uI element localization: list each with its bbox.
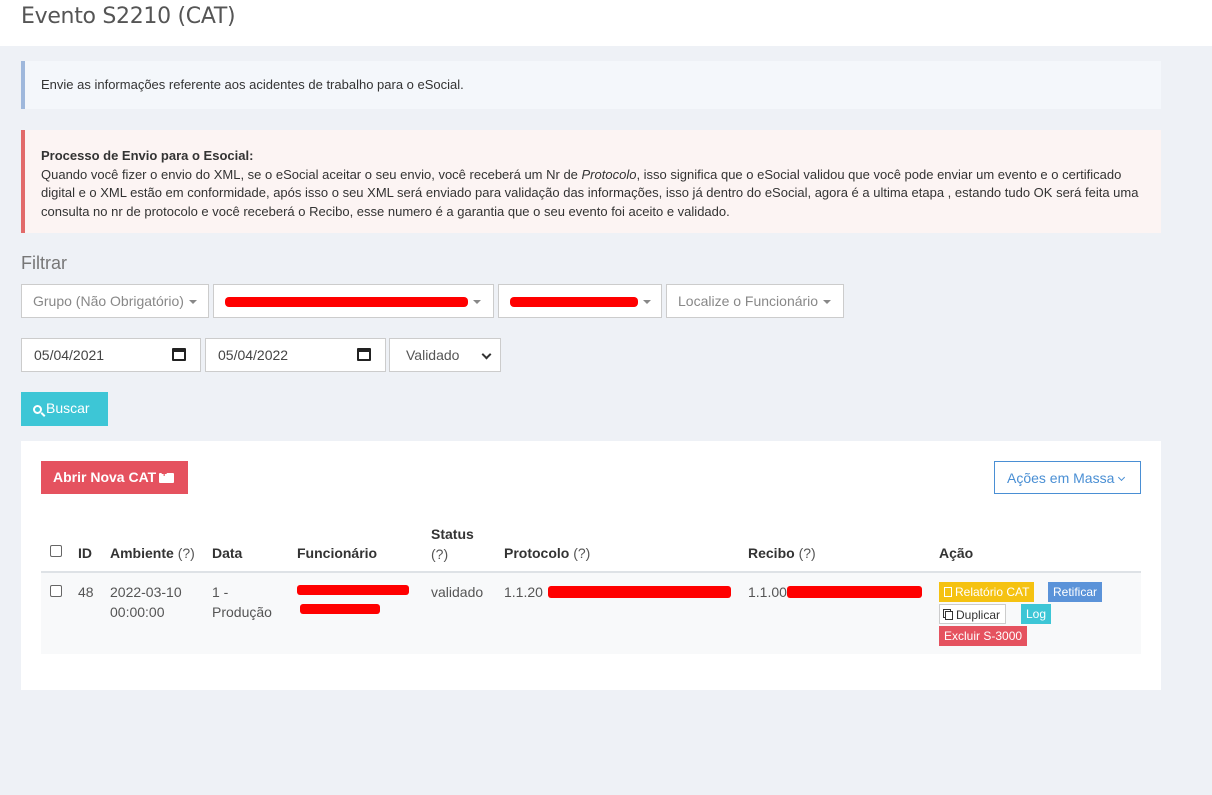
calendar-icon[interactable] [172,348,186,361]
duplicar-button[interactable]: Duplicar [939,604,1007,624]
caret-down-icon [188,300,197,305]
row-data: 1 - Produção [212,582,272,622]
redacted-recibo [787,586,922,598]
page-title: Evento S2210 (CAT) [21,4,236,29]
ambulance-icon [159,469,175,483]
alert-text-1: Quando você fizer o envio do XML, se o e… [41,166,582,182]
info-callout: Envie as informações referente aos acide… [21,61,1161,109]
excluir-button[interactable]: Excluir S-3000 [939,626,1028,646]
col-recibo-label: Recibo [748,545,795,561]
col-acao: Ação [939,545,974,561]
bulk-actions-label: Ações em Massa [1007,470,1115,486]
col-protocolo-label: Protocolo [504,545,570,561]
col-recibo[interactable]: Recibo (?) [748,545,816,561]
search-icon [33,405,42,414]
funcionario-dropdown-label: Localize o Funcionário [678,293,819,309]
caret-down-icon [643,300,651,305]
row-data-1: 1 - [212,584,229,600]
help-hint[interactable]: (?) [431,546,448,562]
search-button-label: Buscar [46,400,90,416]
col-data[interactable]: Data [212,545,242,561]
help-hint[interactable]: (?) [178,545,195,561]
row-status: validado [431,584,484,600]
info-text: Envie as informações referente aos acide… [41,77,464,92]
pdf-icon [944,587,952,597]
row-ambiente: 2022-03-10 00:00:00 [110,582,182,622]
caret-down-icon [473,300,481,305]
funcionario-dropdown[interactable]: Localize o Funcionário [666,284,844,318]
retificar-button[interactable]: Retificar [1048,582,1103,602]
row-ambiente-date: 2022-03-10 [110,584,182,600]
redacted-protocolo [548,586,731,598]
relatorio-cat-button[interactable]: Relatório CAT [939,582,1035,602]
search-button[interactable]: Buscar [21,392,108,426]
col-ambiente[interactable]: Ambiente (?) [110,545,195,561]
col-id[interactable]: ID [78,545,92,561]
process-alert: Processo de Envio para o Esocial: Quando… [21,130,1161,233]
new-cat-label: Abrir Nova CAT [53,469,157,485]
caret-down-icon [823,300,832,305]
row-checkbox[interactable] [50,585,62,597]
date-from-value: 05/04/2021 [34,347,105,363]
redacted-empresa [225,297,468,308]
log-button[interactable]: Log [1021,604,1052,624]
page-header: Evento S2210 (CAT) [0,0,1212,46]
empresa-dropdown[interactable] [213,284,494,318]
row-id: 48 [78,584,94,600]
alert-text-italic: Protocolo [581,166,637,182]
date-to-input[interactable]: 05/04/2022 [205,338,386,372]
calendar-icon[interactable] [357,348,371,361]
col-status[interactable]: Status (?) [431,524,474,564]
chevron-down-icon [1118,473,1126,482]
chevron-down-icon [481,349,492,360]
col-ambiente-label: Ambiente [110,545,174,561]
relatorio-cat-label: Relatório CAT [955,585,1030,599]
bulk-actions-button[interactable]: Ações em Massa [994,461,1141,494]
col-protocolo[interactable]: Protocolo (?) [504,545,590,561]
alert-title: Processo de Envio para o Esocial: [41,148,254,163]
redacted-unidade [510,297,638,308]
help-hint[interactable]: (?) [573,545,590,561]
help-hint[interactable]: (?) [799,545,816,561]
date-to-value: 05/04/2022 [218,347,289,363]
results-panel: Abrir Nova CAT Ações em Massa ID Ambient… [21,441,1161,690]
row-protocolo: 1.1.20 [504,584,543,600]
select-all-checkbox[interactable] [50,545,62,557]
copy-icon [945,611,953,620]
duplicar-label: Duplicar [956,608,1001,622]
row-ambiente-time: 00:00:00 [110,604,165,620]
redacted-funcionario [297,585,409,595]
row-data-2: Produção [212,604,272,620]
status-select-value: Validado [406,347,460,363]
col-status-label: Status [431,526,474,542]
date-from-input[interactable]: 05/04/2021 [21,338,201,372]
new-cat-button[interactable]: Abrir Nova CAT [41,461,188,494]
grupo-dropdown-label: Grupo (Não Obrigatório) [33,293,184,309]
unidade-dropdown[interactable] [498,284,662,318]
grupo-dropdown[interactable]: Grupo (Não Obrigatório) [21,284,209,318]
redacted-funcionario [300,604,380,614]
row-recibo: 1.1.00 [748,584,787,600]
status-select[interactable]: Validado [389,338,501,372]
col-funcionario[interactable]: Funcionário [297,545,377,561]
filter-label: Filtrar [21,253,67,273]
